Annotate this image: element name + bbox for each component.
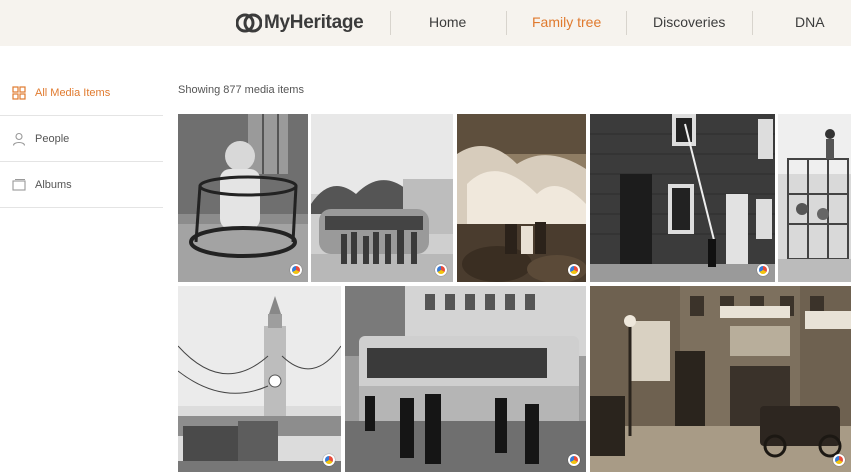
- nav-discoveries[interactable]: Discoveries: [653, 14, 725, 30]
- nav-dna[interactable]: DNA: [795, 14, 825, 30]
- nav-family-tree[interactable]: Family tree: [532, 14, 601, 30]
- nav-divider: [506, 11, 507, 35]
- album-icon: [12, 178, 26, 192]
- media-thumbnail-playground[interactable]: [778, 114, 851, 282]
- nav-divider: [626, 11, 627, 35]
- color-restore-badge-icon: [757, 264, 769, 276]
- color-restore-badge-icon: [290, 264, 302, 276]
- logo-text: MyHeritage: [264, 12, 364, 33]
- logo-icon: [235, 12, 263, 34]
- media-thumbnail-bus-group[interactable]: [311, 114, 453, 282]
- sidebar-item-label: People: [35, 132, 70, 145]
- media-count: Showing 877 media items: [178, 84, 304, 96]
- grid-icon: [12, 85, 26, 100]
- media-thumbnail-brick-house[interactable]: [590, 114, 775, 282]
- person-icon: [12, 132, 26, 146]
- media-thumbnail-ferry-building[interactable]: [178, 286, 341, 472]
- nav-divider: [390, 11, 391, 35]
- color-restore-badge-icon: [323, 454, 335, 466]
- sidebar-item-albums[interactable]: Albums: [0, 162, 163, 208]
- top-navigation-bar: MyHeritage Home Family tree Discoveries …: [0, 0, 851, 46]
- nav-divider: [752, 11, 753, 35]
- media-sidebar: All Media Items People Albums: [0, 70, 163, 208]
- sidebar-item-label: Albums: [35, 178, 72, 191]
- media-thumbnail-seaside-rocks[interactable]: [457, 114, 586, 282]
- nav-home[interactable]: Home: [429, 14, 466, 30]
- media-thumbnail-baby-walker[interactable]: [178, 114, 308, 282]
- color-restore-badge-icon: [435, 264, 447, 276]
- myheritage-logo[interactable]: MyHeritage: [235, 11, 364, 35]
- media-thumbnail-brooklyn-eagle[interactable]: [590, 286, 851, 472]
- color-restore-badge-icon: [833, 454, 845, 466]
- color-restore-badge-icon: [568, 264, 580, 276]
- color-restore-badge-icon: [568, 454, 580, 466]
- sidebar-item-label: All Media Items: [35, 86, 111, 99]
- sidebar-item-people[interactable]: People: [0, 116, 163, 162]
- media-thumbnail-streetcar[interactable]: [345, 286, 586, 472]
- sidebar-item-all-media[interactable]: All Media Items: [0, 70, 163, 116]
